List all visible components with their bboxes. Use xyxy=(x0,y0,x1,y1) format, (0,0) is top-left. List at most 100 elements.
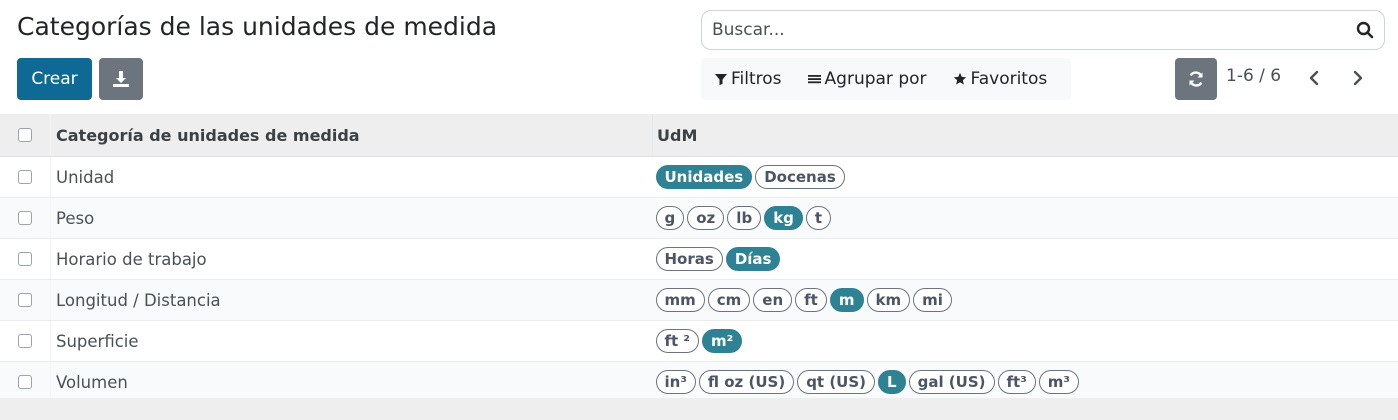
uom-tags-cell[interactable]: Horas Días xyxy=(652,238,1398,280)
star-icon xyxy=(953,72,966,85)
uom-tag-list: g oz lb kg t xyxy=(655,206,1398,230)
refresh-icon xyxy=(1189,71,1203,87)
download-icon xyxy=(113,71,129,87)
row-select-cell xyxy=(0,197,51,239)
uom-tags-cell[interactable]: g oz lb kg t xyxy=(652,197,1398,239)
table-body: Unidad Unidades Docenas Peso g oz lb kg t Horario… xyxy=(0,156,1398,403)
category-name-cell[interactable]: Superficie xyxy=(50,320,653,362)
category-name-cell[interactable]: Longitud / Distancia xyxy=(50,279,653,321)
row-select-cell xyxy=(0,320,51,362)
row-select-cell xyxy=(0,361,51,403)
category-name-cell[interactable]: Volumen xyxy=(50,361,653,403)
row-checkbox[interactable] xyxy=(18,170,32,184)
favorites-label: Favoritos xyxy=(970,69,1048,89)
category-name-cell[interactable]: Peso xyxy=(50,197,653,239)
uom-tag-reference: L xyxy=(878,370,906,394)
category-name-cell[interactable]: Horario de trabajo xyxy=(50,238,653,280)
uom-tags-cell[interactable]: ft ² m² xyxy=(652,320,1398,362)
uom-tag: ft³ xyxy=(997,370,1036,394)
uom-tag: ft xyxy=(795,288,827,312)
category-name-cell[interactable]: Unidad xyxy=(50,156,653,198)
uom-category-list: Categoría de unidades de medida UdM Unid… xyxy=(0,114,1398,403)
select-all-checkbox[interactable] xyxy=(18,128,32,142)
category-name: Volumen xyxy=(56,372,128,392)
chevron-left-icon xyxy=(1309,70,1319,86)
category-name: Longitud / Distancia xyxy=(56,290,221,310)
uom-tag: qt (US) xyxy=(797,370,876,394)
uom-tag-reference: m² xyxy=(702,329,743,353)
uom-tag: Horas xyxy=(655,247,723,271)
pager-next-button[interactable] xyxy=(1346,66,1370,90)
uom-tag-reference: Unidades xyxy=(655,165,753,189)
row-checkbox[interactable] xyxy=(18,375,32,389)
category-name: Unidad xyxy=(56,167,115,187)
uom-tag: g xyxy=(655,206,685,230)
control-panel: Categorías de las unidades de medida Cre… xyxy=(0,0,1398,114)
search-input[interactable] xyxy=(710,19,1352,41)
category-name: Superficie xyxy=(56,331,139,351)
group-by-label: Agrupar por xyxy=(824,69,927,89)
column-header-udm[interactable]: UdM xyxy=(652,114,1398,157)
uom-tag-reference: Días xyxy=(725,247,781,271)
filters-button[interactable]: Filtros xyxy=(701,58,794,100)
uom-tag: ft ² xyxy=(655,329,699,353)
uom-tag: in³ xyxy=(655,370,696,394)
uom-tag-reference: kg xyxy=(764,206,803,230)
search-icon[interactable] xyxy=(1352,17,1378,43)
uom-tag: gal (US) xyxy=(908,370,995,394)
bars-icon xyxy=(807,75,821,84)
uom-tag-list: Horas Días xyxy=(655,247,1398,271)
uom-tag-reference: m xyxy=(829,288,864,312)
row-select-cell xyxy=(0,279,51,321)
row-checkbox[interactable] xyxy=(18,293,32,307)
row-checkbox[interactable] xyxy=(18,252,32,266)
download-button[interactable] xyxy=(99,58,143,100)
uom-tag: m³ xyxy=(1038,370,1079,394)
table-row[interactable]: Peso g oz lb kg t xyxy=(0,197,1398,239)
column-header-category[interactable]: Categoría de unidades de medida xyxy=(50,114,653,157)
filters-label: Filtros xyxy=(731,69,782,89)
uom-tag: lb xyxy=(727,206,762,230)
uom-tag-list: ft ² m² xyxy=(655,329,1398,353)
row-select-cell xyxy=(0,238,51,280)
refresh-button[interactable] xyxy=(1175,58,1217,100)
uom-tag: fl oz (US) xyxy=(698,370,795,394)
search-panel-toggles: Filtros Agrupar por Favoritos xyxy=(701,58,1071,100)
list-footer xyxy=(0,398,1398,420)
uom-tag: mi xyxy=(913,288,952,312)
table-header: Categoría de unidades de medida UdM xyxy=(0,114,1398,157)
uom-tag: km xyxy=(866,288,911,312)
favorites-button[interactable]: Favoritos xyxy=(939,58,1060,100)
row-select-cell xyxy=(0,156,51,198)
table-row[interactable]: Superficie ft ² m² xyxy=(0,320,1398,362)
category-name: Horario de trabajo xyxy=(56,249,207,269)
uom-tag: cm xyxy=(707,288,751,312)
page-title: Categorías de las unidades de medida xyxy=(17,12,498,41)
uom-tag-list: mm cm en ft m km mi xyxy=(655,288,1398,312)
uom-tag-list: Unidades Docenas xyxy=(655,165,1398,189)
uom-tag: t xyxy=(805,206,832,230)
create-button[interactable]: Crear xyxy=(17,58,92,100)
chevron-right-icon xyxy=(1353,70,1363,86)
table-row[interactable]: Volumen in³ fl oz (US) qt (US) Lgal (US) ft³ m… xyxy=(0,361,1398,403)
select-all-cell xyxy=(0,114,51,157)
table-row[interactable]: Unidad Unidades Docenas xyxy=(0,156,1398,198)
uom-tag: oz xyxy=(687,206,725,230)
category-name: Peso xyxy=(56,208,95,228)
filter-icon xyxy=(715,74,727,85)
uom-tag: Docenas xyxy=(755,165,845,189)
search-bar xyxy=(701,10,1385,50)
pager-value[interactable]: 1-6 / 6 xyxy=(1226,66,1281,86)
table-row[interactable]: Longitud / Distancia mm cm en ft m km mi xyxy=(0,279,1398,321)
uom-tag: en xyxy=(753,288,793,312)
uom-tag: mm xyxy=(655,288,705,312)
row-checkbox[interactable] xyxy=(18,211,32,225)
group-by-button[interactable]: Agrupar por xyxy=(794,58,939,100)
pager-previous-button[interactable] xyxy=(1302,66,1326,90)
uom-tags-cell[interactable]: mm cm en ft m km mi xyxy=(652,279,1398,321)
uom-tags-cell[interactable]: Unidades Docenas xyxy=(652,156,1398,198)
uom-tags-cell[interactable]: in³ fl oz (US) qt (US) Lgal (US) ft³ m³ xyxy=(652,361,1398,403)
uom-tag-list: in³ fl oz (US) qt (US) Lgal (US) ft³ m³ xyxy=(655,370,1398,394)
table-row[interactable]: Horario de trabajo Horas Días xyxy=(0,238,1398,280)
row-checkbox[interactable] xyxy=(18,334,32,348)
